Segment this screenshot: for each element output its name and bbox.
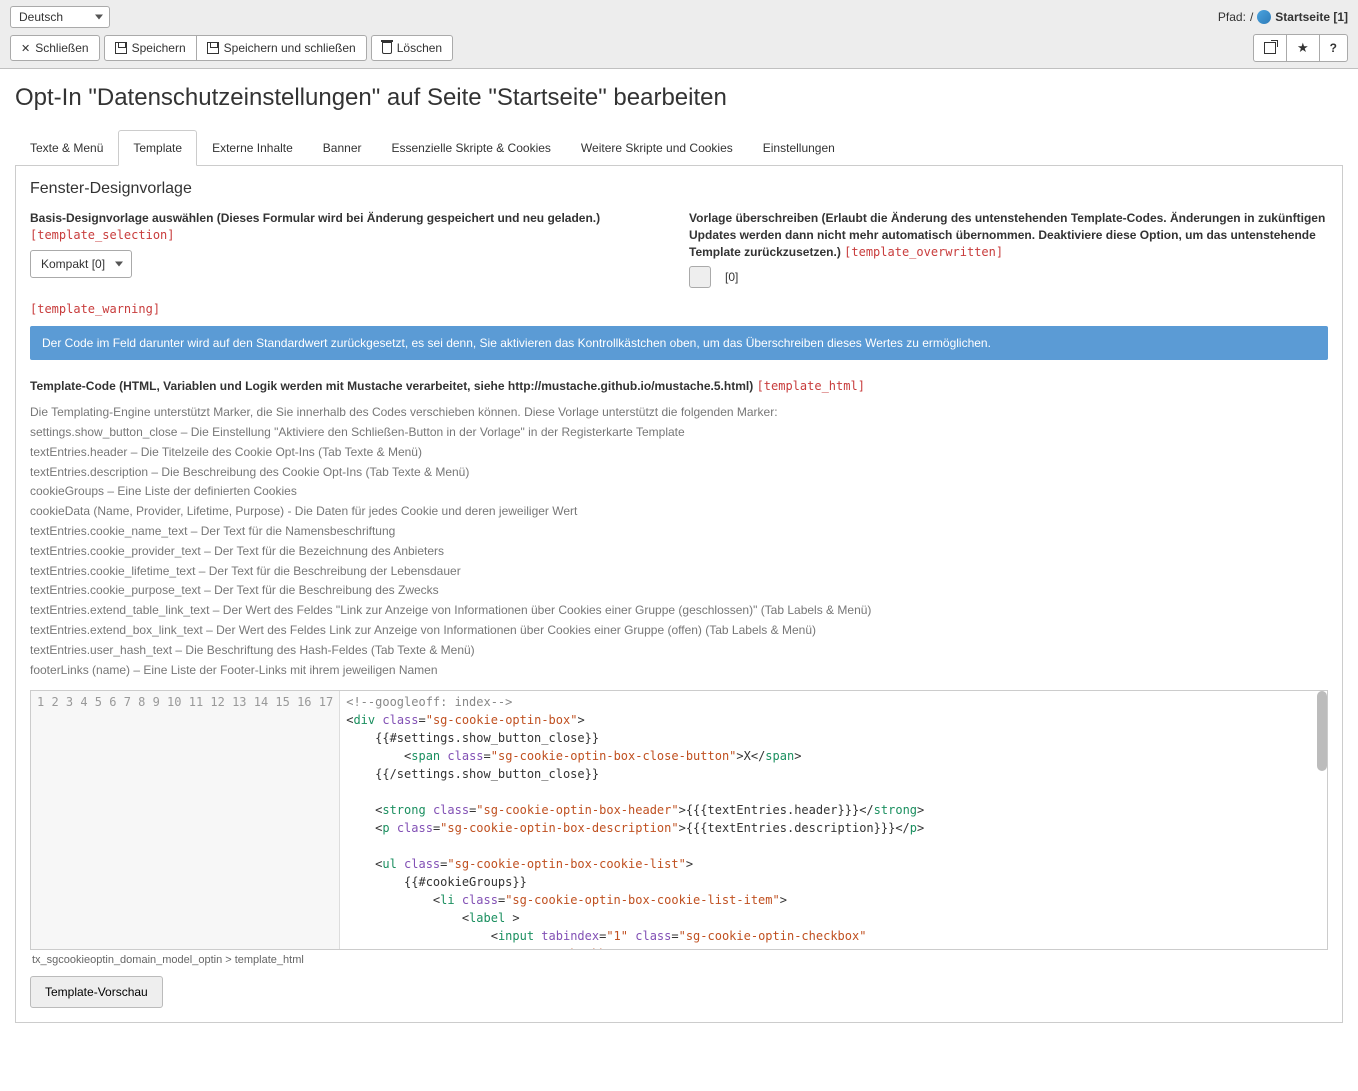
save-close-button[interactable]: Speichern und schließen [196, 35, 367, 61]
tab-weitere-skripte-und-cookies[interactable]: Weitere Skripte und Cookies [566, 130, 748, 166]
delete-button[interactable]: Löschen [371, 35, 453, 61]
template-preview-button[interactable]: Template-Vorschau [30, 976, 163, 1008]
line-gutter: 1 2 3 4 5 6 7 8 9 10 11 12 13 14 15 16 1… [31, 691, 340, 949]
save-icon [207, 42, 219, 54]
tab-panel: Fenster-Designvorlage Basis-Designvorlag… [15, 166, 1343, 1023]
scrollbar[interactable] [1317, 691, 1327, 771]
globe-icon [1257, 10, 1271, 24]
language-select[interactable]: Deutsch [10, 6, 110, 28]
tab-texte-men-[interactable]: Texte & Menü [15, 130, 118, 166]
close-icon [21, 41, 30, 55]
override-value: [0] [725, 270, 738, 284]
template-code-label: Template-Code (HTML, Variablen und Logik… [30, 378, 1328, 395]
close-button[interactable]: Schließen [10, 35, 100, 61]
action-buttons: Schließen Speichern Speichern und schlie… [10, 35, 453, 61]
bookmark-button[interactable] [1286, 34, 1320, 62]
tabs: Texte & MenüTemplateExterne InhalteBanne… [15, 130, 1343, 166]
section-title: Fenster-Designvorlage [30, 180, 1328, 198]
save-icon [115, 42, 127, 54]
template-description: Die Templating-Engine unterstützt Marker… [30, 403, 1328, 680]
tab-banner[interactable]: Banner [308, 130, 377, 166]
template-code-editor[interactable]: 1 2 3 4 5 6 7 8 9 10 11 12 13 14 15 16 1… [30, 690, 1328, 950]
base-template-select[interactable]: Kompakt [0] [30, 250, 132, 278]
help-button[interactable] [1319, 34, 1348, 62]
field-path: tx_sgcookieoptin_domain_model_optin > te… [30, 950, 1328, 976]
external-icon [1264, 42, 1276, 54]
tab-einstellungen[interactable]: Einstellungen [748, 130, 850, 166]
override-checkbox[interactable] [689, 266, 711, 288]
base-template-label: Basis-Designvorlage auswählen (Dieses Fo… [30, 210, 669, 244]
code-body[interactable]: <!--googleoff: index--> <div class="sg-c… [340, 691, 1327, 949]
tab-externe-inhalte[interactable]: Externe Inhalte [197, 130, 308, 166]
tab-template[interactable]: Template [118, 130, 197, 166]
page-title: Opt-In "Datenschutzeinstellungen" auf Se… [15, 84, 1343, 112]
help-icon [1330, 41, 1337, 55]
tab-essenzielle-skripte-cookies[interactable]: Essenzielle Skripte & Cookies [377, 130, 566, 166]
info-message: Der Code im Feld darunter wird auf den S… [30, 326, 1328, 360]
template-warning-tag: [template_warning] [30, 302, 160, 316]
trash-icon [382, 42, 392, 54]
override-template-label: Vorlage überschreiben (Erlaubt die Änder… [689, 210, 1328, 260]
star-icon [1297, 40, 1309, 56]
breadcrumb: Pfad: / Startseite [1] [1218, 10, 1348, 24]
save-button[interactable]: Speichern [104, 35, 197, 61]
open-external-button[interactable] [1253, 34, 1287, 62]
